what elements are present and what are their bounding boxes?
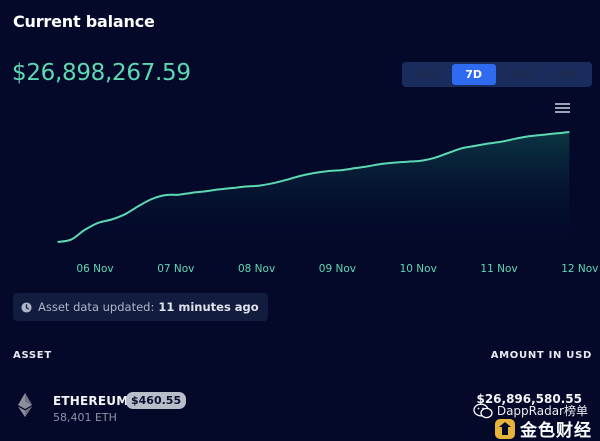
range-tab-24h[interactable]: 24H [405,64,449,85]
range-tab-6m[interactable]: 6M [545,64,589,85]
clock-icon [21,301,32,313]
asset-data-status: Asset data updated: 11 minutes ago [13,293,268,321]
balance-chart: 06 Nov 07 Nov 08 Nov 09 Nov 10 Nov 11 Nov 12 N… [57,131,598,275]
asset-price-badge: $460.55 [126,392,187,409]
watermark-line2: 金色财经 [494,416,592,441]
range-tab-7d[interactable]: 7D [451,64,496,85]
page-title: Current balance [13,12,155,31]
jinse-logo-icon [495,418,515,439]
x-tick-label: 08 Nov [238,263,275,275]
hamburger-menu-icon[interactable] [555,103,570,113]
x-tick-label: 07 Nov [157,263,194,275]
wechat-icon [473,403,493,418]
watermark-text-2: 金色财经 [520,421,592,441]
current-balance-value: $26,898,267.59 [12,60,191,86]
x-tick-label: 06 Nov [76,263,113,275]
asset-column-header: ASSET [13,350,52,361]
range-tab-30d[interactable]: 30D [499,64,543,85]
status-updated-time: 11 minutes ago [158,300,259,314]
x-tick-label: 09 Nov [319,263,356,275]
time-range-selector: 24H 7D 30D 6M [402,62,592,87]
chart-area-fill [57,132,570,246]
ethereum-icon [18,393,32,417]
asset-quantity: 58,401 ETH [53,411,117,424]
amount-column-header: AMOUNT IN USD [490,350,592,361]
status-prefix: Asset data updated: [38,300,155,314]
x-tick-label: 12 Nov [561,263,598,275]
x-tick-label: 10 Nov [400,263,437,275]
x-tick-label: 11 Nov [480,263,517,275]
asset-name[interactable]: ETHEREUM [53,394,128,408]
